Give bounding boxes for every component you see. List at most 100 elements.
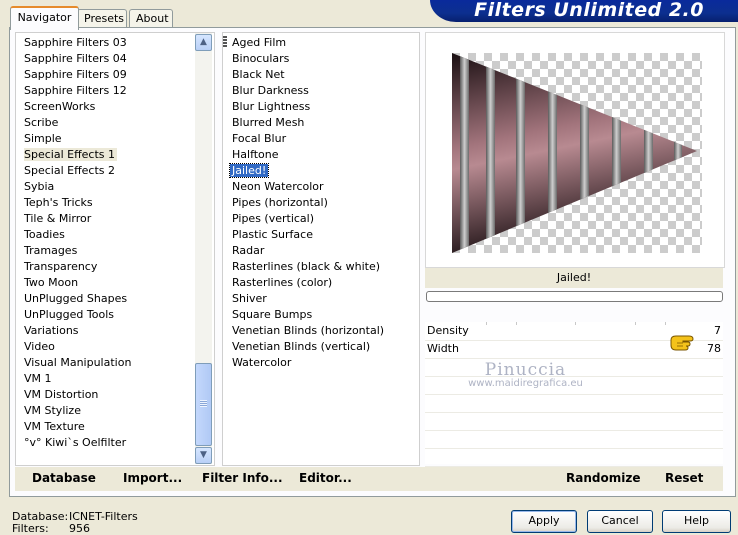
apply-button[interactable]: Apply <box>511 510 577 533</box>
filter-item[interactable]: Square Bumps <box>230 307 386 323</box>
category-item[interactable]: °v° Kiwi`s Oelfilter <box>24 435 133 451</box>
category-item-label: Scribe <box>24 116 59 129</box>
filter-item[interactable]: Shiver <box>230 291 386 307</box>
category-item[interactable]: Scribe <box>24 115 133 131</box>
category-item[interactable]: Special Effects 2 <box>24 163 133 179</box>
filter-list[interactable]: Aged Film Binoculars Black Net Blur Darknes… <box>222 32 420 466</box>
filter-item-label: Rasterlines (black & white) <box>232 260 381 273</box>
editor-button[interactable]: Editor... <box>299 471 352 485</box>
category-item-label: Special Effects 2 <box>24 164 116 177</box>
param-row-empty <box>425 358 723 377</box>
chevron-down-icon: ▼ <box>200 450 207 460</box>
category-item[interactable]: Two Moon <box>24 275 133 291</box>
category-item-label: UnPlugged Shapes <box>24 292 128 305</box>
filter-item[interactable]: Rasterlines (black & white) <box>230 259 386 275</box>
filter-item[interactable]: Pipes (horizontal) <box>230 195 386 211</box>
category-item[interactable]: Visual Manipulation <box>24 355 133 371</box>
filter-item[interactable]: Black Net <box>230 67 386 83</box>
filter-item[interactable]: Binoculars <box>230 51 386 67</box>
category-item[interactable]: UnPlugged Shapes <box>24 291 133 307</box>
parameter-area[interactable]: Density 7 Width 78 <box>425 322 723 467</box>
filter-item[interactable]: Radar <box>230 243 386 259</box>
category-item-label: UnPlugged Tools <box>24 308 114 321</box>
scroll-up-button[interactable]: ▲ <box>195 34 212 51</box>
category-item[interactable]: ScreenWorks <box>24 99 133 115</box>
filter-item-label: Pipes (horizontal) <box>232 196 328 209</box>
tab-presets[interactable]: Presets <box>77 9 127 28</box>
filter-item[interactable]: Venetian Blinds (horizontal) <box>230 323 386 339</box>
category-item[interactable]: Tramages <box>24 243 133 259</box>
import-button[interactable]: Import... <box>123 471 182 485</box>
jailed-preview-image <box>452 53 702 253</box>
filter-item[interactable]: Venetian Blinds (vertical) <box>230 339 386 355</box>
filter-item[interactable]: Blur Darkness <box>230 83 386 99</box>
category-item-label: VM 1 <box>24 372 52 385</box>
category-item[interactable]: VM Texture <box>24 419 133 435</box>
category-item[interactable]: Sapphire Filters 09 <box>24 67 133 83</box>
category-item[interactable]: Sybia <box>24 179 133 195</box>
tab-about[interactable]: About <box>129 9 173 28</box>
filter-item-label: Jailed! <box>228 163 270 178</box>
category-item[interactable]: Toadies <box>24 227 133 243</box>
category-item[interactable]: VM Distortion <box>24 387 133 403</box>
filter-item[interactable]: Rasterlines (color) <box>230 275 386 291</box>
reset-button[interactable]: Reset <box>665 471 703 485</box>
category-item[interactable]: Simple <box>24 131 133 147</box>
category-item-label: Sybia <box>24 180 55 193</box>
filter-item-label: Rasterlines (color) <box>232 276 333 289</box>
filter-item[interactable]: Pipes (vertical) <box>230 211 386 227</box>
filter-info-button[interactable]: Filter Info... <box>202 471 283 485</box>
category-item[interactable]: Transparency <box>24 259 133 275</box>
help-button[interactable]: Help <box>662 510 731 533</box>
param-row-empty <box>425 448 723 467</box>
category-item[interactable]: UnPlugged Tools <box>24 307 133 323</box>
category-item-label: Transparency <box>24 260 98 273</box>
filter-item-label: Blur Darkness <box>232 84 309 97</box>
filter-item[interactable]: Neon Watercolor <box>230 179 386 195</box>
scroll-down-button[interactable]: ▼ <box>195 447 212 464</box>
category-item[interactable]: Special Effects 1 <box>24 147 133 163</box>
selected-filter-name: Jailed! <box>425 268 723 288</box>
filter-item[interactable]: Blur Lightness <box>230 99 386 115</box>
category-item[interactable]: Variations <box>24 323 133 339</box>
filter-item-label: Shiver <box>232 292 267 305</box>
category-item[interactable]: Tile & Mirror <box>24 211 133 227</box>
category-item[interactable]: VM Stylize <box>24 403 133 419</box>
randomize-button[interactable]: Randomize <box>566 471 640 485</box>
filter-item[interactable]: Blurred Mesh <box>230 115 386 131</box>
category-item-label: ScreenWorks <box>24 100 96 113</box>
grip-icon <box>200 400 207 407</box>
category-item[interactable]: Sapphire Filters 03 <box>24 35 133 51</box>
filter-item[interactable]: Focal Blur <box>230 131 386 147</box>
param-row-empty <box>425 376 723 395</box>
database-button[interactable]: Database <box>32 471 96 485</box>
category-item-label: Video <box>24 340 55 353</box>
category-item[interactable]: VM 1 <box>24 371 133 387</box>
category-item[interactable]: Teph's Tricks <box>24 195 133 211</box>
category-item[interactable]: Video <box>24 339 133 355</box>
param-value-width: 78 <box>707 342 721 355</box>
filter-item[interactable]: Jailed! <box>228 163 386 179</box>
scroll-thumb[interactable] <box>195 363 212 446</box>
category-item[interactable]: Sapphire Filters 04 <box>24 51 133 67</box>
cancel-button[interactable]: Cancel <box>587 510 653 533</box>
filter-item[interactable]: Plastic Surface <box>230 227 386 243</box>
filter-item-label: Blur Lightness <box>232 100 311 113</box>
category-scrollbar[interactable]: ▲ ▼ <box>195 33 212 464</box>
filter-item[interactable]: Halftone <box>230 147 386 163</box>
tab-navigator[interactable]: Navigator <box>10 6 79 30</box>
category-list[interactable]: Sapphire Filters 03 Sapphire Filters 04 Sa… <box>15 32 215 466</box>
category-item-label: Sapphire Filters 09 <box>24 68 127 81</box>
filter-item-label: Neon Watercolor <box>232 180 324 193</box>
param-row-empty <box>425 412 723 431</box>
filter-item[interactable]: Watercolor <box>230 355 386 371</box>
category-item-label: Sapphire Filters 12 <box>24 84 127 97</box>
filter-item-label: Aged Film <box>232 36 287 49</box>
filter-item[interactable]: Aged Film <box>230 35 386 51</box>
filters-count-label: Filters: <box>12 522 49 535</box>
filter-item-label: Halftone <box>232 148 279 161</box>
filter-item-label: Blurred Mesh <box>232 116 305 129</box>
filter-item-label: Radar <box>232 244 265 257</box>
filter-items: Aged Film Binoculars Black Net Blur Darknes… <box>228 35 386 371</box>
category-item[interactable]: Sapphire Filters 12 <box>24 83 133 99</box>
